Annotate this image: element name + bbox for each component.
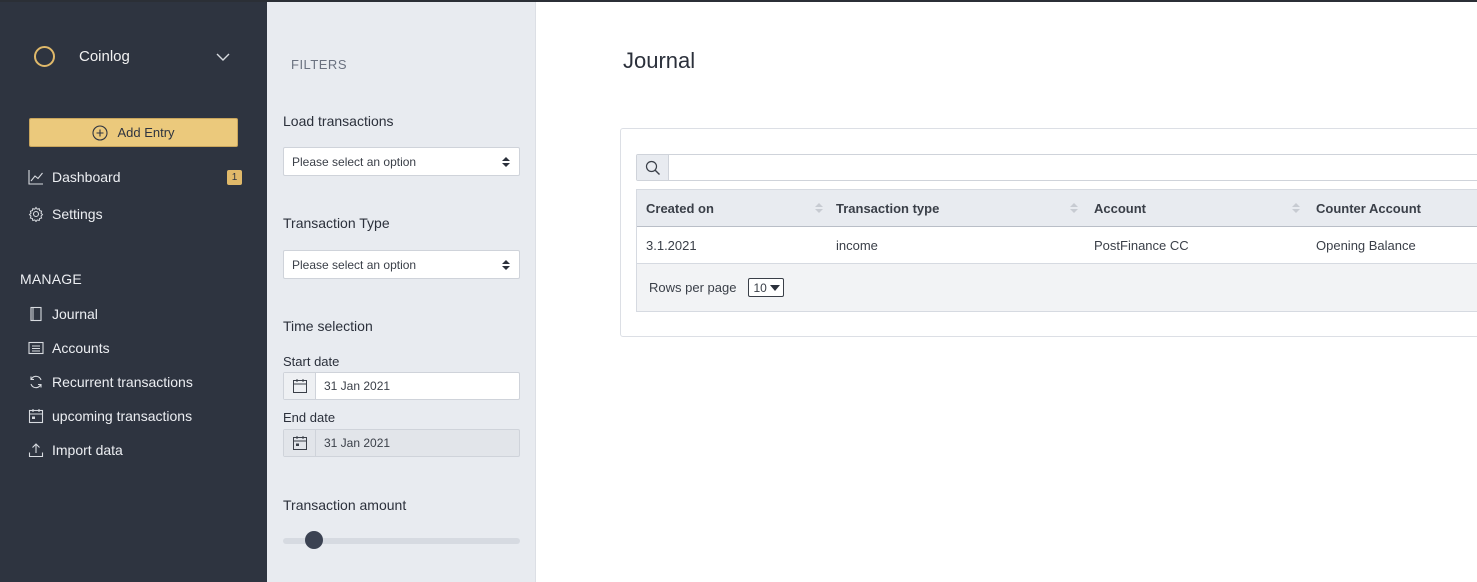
gear-icon — [28, 206, 44, 222]
calendar-icon — [28, 408, 44, 424]
chart-line-icon — [28, 169, 44, 185]
sidebar: Coinlog Add Entry Dashboard 1 Settings M… — [0, 2, 267, 582]
brand-name: Coinlog — [79, 48, 130, 65]
notification-badge: 1 — [227, 169, 242, 185]
search-input[interactable] — [669, 155, 1477, 180]
sidebar-item-settings[interactable]: Settings — [28, 206, 243, 222]
transaction-type-select[interactable]: Please select an option — [283, 250, 520, 279]
brand-switcher[interactable]: Coinlog — [34, 46, 234, 67]
sidebar-item-label: Dashboard — [52, 169, 121, 185]
sidebar-item-label: Journal — [52, 306, 98, 322]
brand-logo-icon — [34, 46, 55, 67]
calendar-icon[interactable] — [284, 373, 316, 399]
amount-slider-handle[interactable] — [304, 531, 323, 549]
column-header-transaction-type[interactable]: Transaction type — [836, 190, 939, 226]
sort-icon[interactable] — [1070, 202, 1078, 214]
cell-transaction-type: income — [836, 237, 878, 253]
select-value: Please select an option — [292, 154, 417, 169]
sidebar-item-recurrent-transactions[interactable]: Recurrent transactions — [28, 374, 243, 390]
sidebar-item-label: Settings — [52, 206, 103, 222]
end-date-label: End date — [283, 410, 336, 425]
sidebar-item-label: upcoming transactions — [52, 408, 193, 424]
add-entry-label: Add Entry — [117, 125, 175, 140]
sidebar-item-label: Import data — [52, 442, 123, 458]
sidebar-item-import-data[interactable]: Import data — [28, 442, 243, 458]
sort-icon[interactable] — [815, 202, 823, 214]
search-bar[interactable] — [636, 154, 1477, 181]
page-title: Journal — [623, 48, 696, 73]
add-entry-button[interactable]: Add Entry — [29, 118, 238, 147]
table-row[interactable]: 3.1.2021 income PostFinance CC Opening B… — [637, 227, 1477, 264]
transaction-type-label: Transaction Type — [283, 215, 390, 231]
load-transactions-label: Load transactions — [283, 113, 394, 129]
plus-circle-icon — [92, 124, 109, 141]
sort-icon[interactable] — [1292, 202, 1300, 214]
load-transactions-select[interactable]: Please select an option — [283, 147, 520, 176]
rows-per-page-value: 10 — [753, 280, 767, 295]
calendar-icon[interactable] — [284, 430, 316, 456]
table-footer: Rows per page 10 — [637, 264, 1477, 311]
refresh-icon — [28, 374, 44, 390]
sidebar-item-journal[interactable]: Journal — [28, 306, 243, 322]
sort-arrows-icon — [502, 157, 510, 167]
rows-per-page-label: Rows per page — [649, 280, 737, 295]
sidebar-item-upcoming-transactions[interactable]: upcoming transactions — [28, 408, 243, 424]
column-header-account[interactable]: Account — [1094, 190, 1146, 226]
table-header-row: Created on Transaction type Account Coun… — [637, 190, 1477, 227]
transaction-amount-label: Transaction amount — [283, 497, 407, 513]
rows-per-page-select[interactable]: 10 — [748, 278, 785, 297]
sort-arrows-icon — [502, 260, 510, 270]
end-date-field[interactable]: 31 Jan 2021 — [283, 429, 520, 457]
sidebar-item-label: Recurrent transactions — [52, 374, 193, 390]
select-value: Please select an option — [292, 257, 417, 272]
section-label-manage: MANAGE — [20, 271, 82, 287]
search-icon[interactable] — [637, 155, 669, 180]
time-selection-label: Time selection — [283, 318, 373, 334]
filters-panel: FILTERS Load transactions Please select … — [267, 2, 536, 582]
column-header-created-on[interactable]: Created on — [646, 190, 714, 226]
sidebar-item-accounts[interactable]: Accounts — [28, 340, 243, 356]
list-icon — [28, 340, 44, 356]
sidebar-item-dashboard[interactable]: Dashboard 1 — [28, 169, 243, 185]
start-date-field[interactable]: 31 Jan 2021 — [283, 372, 520, 400]
caret-down-icon — [770, 285, 781, 291]
cell-created-on: 3.1.2021 — [646, 237, 697, 253]
filters-title: FILTERS — [291, 57, 347, 72]
chevron-down-icon — [216, 53, 230, 61]
book-icon — [28, 306, 44, 322]
start-date-value: 31 Jan 2021 — [324, 379, 391, 393]
journal-table: Created on Transaction type Account Coun… — [636, 189, 1477, 312]
upload-icon — [28, 442, 44, 458]
cell-account: PostFinance CC — [1094, 237, 1189, 253]
start-date-label: Start date — [283, 354, 340, 369]
sidebar-item-label: Accounts — [52, 340, 110, 356]
end-date-value: 31 Jan 2021 — [324, 436, 391, 450]
column-header-counter-account[interactable]: Counter Account — [1316, 190, 1421, 226]
cell-counter-account: Opening Balance — [1316, 237, 1416, 253]
